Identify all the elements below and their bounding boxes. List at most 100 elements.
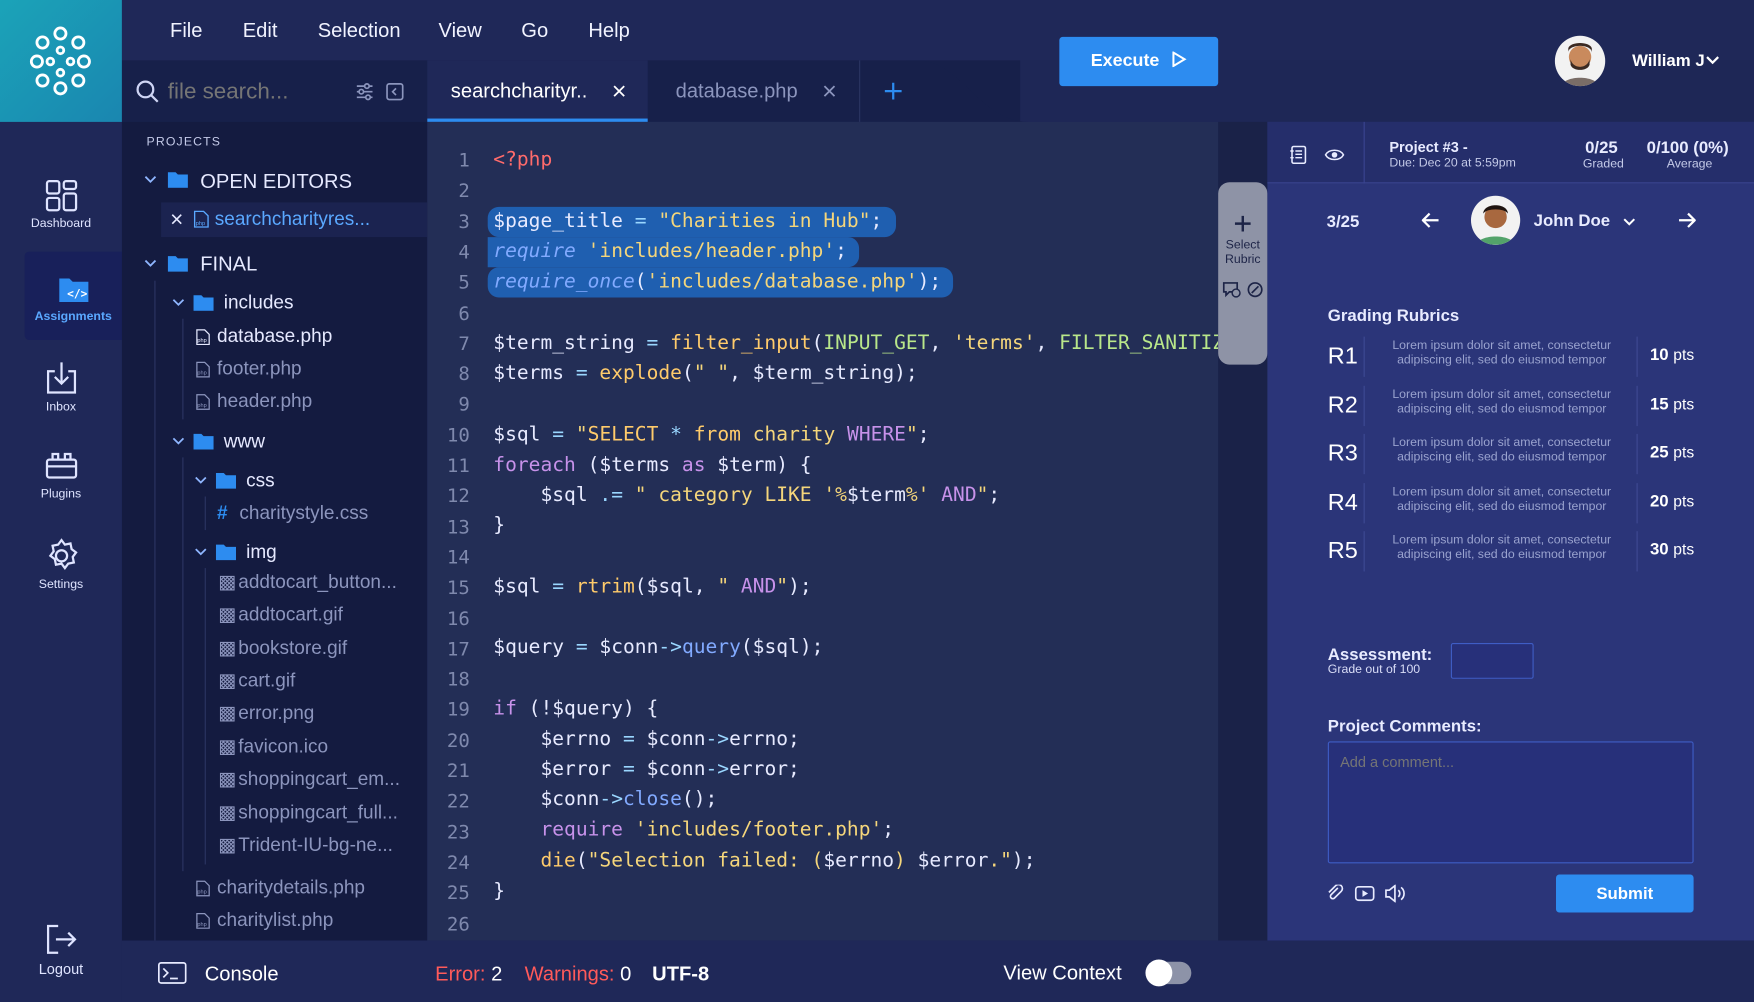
student-avatar bbox=[1470, 195, 1521, 245]
file-charitystyle[interactable]: charitystyle.css bbox=[239, 502, 368, 524]
encoding-status[interactable]: UTF-8 bbox=[652, 963, 709, 986]
link-icon[interactable] bbox=[1246, 281, 1264, 299]
code-line: $errno = $conn->errno; bbox=[540, 728, 800, 751]
file-database[interactable]: database.php bbox=[217, 325, 332, 347]
divider bbox=[1636, 336, 1638, 377]
menu-edit[interactable]: Edit bbox=[243, 19, 278, 42]
chevron-down-icon[interactable] bbox=[144, 176, 157, 184]
search-input[interactable] bbox=[167, 73, 336, 110]
app-logo[interactable] bbox=[0, 0, 122, 122]
code-line: <?php bbox=[493, 148, 553, 172]
code-line: require 'includes/header.php'; bbox=[493, 240, 847, 263]
select-rubric-label: Select Rubric bbox=[1224, 238, 1261, 267]
divider bbox=[1363, 121, 1365, 184]
warnings-status[interactable]: Warnings: 0 bbox=[525, 963, 632, 986]
notebook-icon[interactable] bbox=[1290, 145, 1307, 165]
tab-searchcharity[interactable]: searchcharityr.. bbox=[427, 60, 648, 122]
dashboard-icon bbox=[45, 180, 77, 212]
eye-icon[interactable] bbox=[1324, 148, 1345, 163]
error-status[interactable]: Error: 2 bbox=[435, 963, 502, 986]
execute-button[interactable]: Execute bbox=[1059, 36, 1219, 87]
assignments-icon: </> bbox=[58, 278, 88, 302]
close-icon[interactable] bbox=[823, 85, 836, 97]
menu-view[interactable]: View bbox=[438, 19, 481, 42]
line-number: 11 bbox=[446, 455, 470, 478]
view-context-label: View Context bbox=[1003, 961, 1122, 985]
file-footer[interactable]: footer.php bbox=[217, 358, 302, 380]
file-charitylist[interactable]: charitylist.php bbox=[217, 909, 333, 931]
rail-assignments[interactable]: </> Assignments bbox=[24, 251, 122, 340]
user-name[interactable]: William J bbox=[1632, 51, 1705, 70]
menu-help[interactable]: Help bbox=[588, 19, 629, 42]
chevron-down-icon[interactable] bbox=[195, 476, 207, 484]
filter-icon[interactable] bbox=[356, 83, 374, 101]
menu-go[interactable]: Go bbox=[521, 19, 548, 42]
arrow-left-icon[interactable] bbox=[1421, 212, 1440, 228]
rubric-row[interactable]: R4 Lorem ipsum dolor sit amet, consectetu… bbox=[1328, 481, 1697, 526]
php-file-icon: php bbox=[193, 210, 209, 228]
select-rubric-tool[interactable]: Select Rubric bbox=[1218, 182, 1268, 365]
rubric-row[interactable]: R2 Lorem ipsum dolor sit amet, consectetu… bbox=[1328, 384, 1697, 429]
comment-textarea[interactable] bbox=[1327, 741, 1694, 864]
chevron-down-icon[interactable] bbox=[1623, 218, 1636, 226]
rubric-points: 15 pts bbox=[1649, 394, 1695, 414]
rubric-row[interactable]: R5 Lorem ipsum dolor sit amet, consectetu… bbox=[1328, 529, 1697, 574]
plus-icon bbox=[1234, 215, 1251, 232]
student-name[interactable]: John Doe bbox=[1534, 211, 1610, 230]
close-icon[interactable] bbox=[171, 214, 182, 225]
graded-label: Graded bbox=[1582, 157, 1624, 172]
tab-database[interactable]: database.php bbox=[651, 60, 861, 122]
paperclip-icon[interactable] bbox=[1327, 884, 1345, 903]
code-line: foreach ($terms as $term) { bbox=[493, 454, 812, 477]
assessment-input[interactable] bbox=[1450, 643, 1534, 679]
submit-button[interactable]: Submit bbox=[1556, 874, 1694, 913]
svg-text:php: php bbox=[197, 371, 206, 377]
audio-icon[interactable] bbox=[1385, 884, 1406, 903]
user-avatar[interactable] bbox=[1554, 35, 1606, 87]
file-charitydetails[interactable]: charitydetails.php bbox=[217, 877, 365, 899]
chevron-down-icon[interactable] bbox=[144, 259, 157, 267]
line-number: 8 bbox=[458, 363, 470, 386]
console-label[interactable]: Console bbox=[205, 963, 279, 986]
close-icon[interactable] bbox=[613, 85, 625, 97]
chevron-down-icon[interactable] bbox=[172, 299, 185, 307]
menu-file[interactable]: File bbox=[170, 19, 202, 42]
collapse-panel-icon[interactable] bbox=[386, 83, 404, 101]
chevron-down-icon[interactable] bbox=[172, 437, 185, 445]
arrow-right-icon[interactable] bbox=[1678, 212, 1696, 228]
folder-icon bbox=[167, 256, 188, 272]
chevron-down-icon[interactable] bbox=[195, 548, 207, 556]
code-editor[interactable]: 1 2 3 4 5 6 7 8 9 10 11 12 13 14 15 16 17 18 19 20 21 22 23 24 2… bbox=[427, 121, 1219, 941]
open-editor-label: searchcharityres... bbox=[214, 208, 371, 230]
rubric-row[interactable]: R1 Lorem ipsum dolor sit amet, consectetu… bbox=[1328, 334, 1697, 379]
file-header[interactable]: header.php bbox=[217, 390, 312, 412]
rail-inbox[interactable]: Inbox bbox=[0, 360, 122, 447]
line-number: 14 bbox=[446, 546, 470, 570]
folder-final[interactable]: FINAL bbox=[200, 253, 257, 276]
add-tab-icon[interactable] bbox=[884, 82, 903, 101]
folder-css[interactable]: css bbox=[246, 470, 275, 492]
logout-icon bbox=[46, 924, 76, 954]
rubric-row[interactable]: R3 Lorem ipsum dolor sit amet, consectetu… bbox=[1328, 432, 1697, 477]
video-icon[interactable] bbox=[1354, 885, 1375, 902]
folder-includes[interactable]: includes bbox=[224, 292, 294, 314]
open-editors-label[interactable]: OPEN EDITORS bbox=[200, 170, 352, 193]
tree-guide bbox=[154, 280, 156, 941]
chevron-down-icon[interactable] bbox=[1706, 56, 1719, 65]
rail-logout[interactable]: Logout bbox=[0, 923, 122, 1002]
folder-img[interactable]: img bbox=[246, 541, 277, 563]
line-number: 20 bbox=[446, 729, 470, 753]
code-line: require 'includes/footer.php'; bbox=[540, 818, 895, 841]
menu-selection[interactable]: Selection bbox=[318, 19, 401, 42]
rail-settings[interactable]: Settings bbox=[0, 538, 122, 625]
css-file-icon: # bbox=[217, 502, 228, 524]
folder-www[interactable]: www bbox=[224, 431, 265, 453]
rail-plugins[interactable]: Plugins bbox=[0, 450, 122, 537]
console-icon[interactable] bbox=[158, 962, 187, 984]
view-context-toggle[interactable] bbox=[1145, 959, 1192, 987]
line-number: 13 bbox=[446, 516, 470, 539]
logout-label: Logout bbox=[38, 960, 84, 978]
comment-icon[interactable] bbox=[1222, 281, 1242, 299]
code-line: $conn->close(); bbox=[540, 788, 718, 811]
line-number: 26 bbox=[446, 913, 470, 936]
